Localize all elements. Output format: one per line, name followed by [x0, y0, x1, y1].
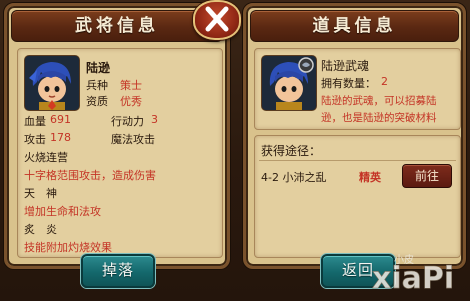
aptitude-value: 优秀 [120, 95, 142, 108]
item-description-line2: 逊，也是陆逊的突破材料 [321, 112, 437, 124]
watermark-small-text: 小皮 [394, 255, 414, 266]
item-soul-image [262, 56, 316, 110]
hero-details-card: 陆逊 兵种 策士 资质 优秀 血量 691 行动力 3 攻击 178 魔法攻击 … [17, 48, 223, 258]
skill2-description: 增加生命和法攻 [24, 205, 101, 218]
hero-portrait-image [25, 56, 79, 110]
attack-type: 魔法攻击 [111, 133, 155, 146]
skill3-description: 技能附加灼烧效果 [24, 241, 112, 254]
class-value: 策士 [120, 79, 142, 92]
action-points-label: 行动力 [111, 115, 144, 128]
close-icon [205, 6, 229, 32]
item-name: 陆逊武魂 [321, 59, 370, 73]
close-button[interactable] [193, 0, 241, 40]
acquisition-card: 获得途径： 4-2 小沛之乱 精英 前往 [254, 135, 461, 258]
hero-info-panel: 武将信息 陆逊 兵种 策士 资质 优秀 血量 691 行动力 3 攻击 178 … [4, 3, 230, 269]
attack-label: 攻击 [24, 133, 46, 146]
watermark-logo: xiaPi [372, 261, 455, 297]
owned-count-label: 拥有数量： [321, 77, 376, 90]
skill1-name: 火烧连营 [24, 151, 68, 164]
skill2-name: 天 神 [24, 187, 57, 200]
item-info-panel: 道具信息 陆逊武魂 拥有数量： 2 陆逊的武魂，可以招募陆 逊，也是陆逊的突破材… [243, 3, 466, 269]
goto-button[interactable]: 前往 [402, 164, 452, 188]
source-stage[interactable]: 4-2 小沛之乱 [261, 169, 326, 185]
hero-portrait [24, 55, 80, 111]
item-panel-title: 道具信息 [250, 10, 459, 42]
item-portrait [261, 55, 317, 111]
item-description-line1: 陆逊的武魂，可以招募陆 [321, 95, 437, 107]
svg-text:xiaPi: xiaPi [372, 261, 454, 296]
attack-value: 178 [50, 131, 71, 144]
acquisition-header: 获得途径： [259, 138, 456, 161]
acquisition-title: 获得途径： [261, 144, 322, 158]
owned-count-value: 2 [381, 75, 388, 88]
hero-name: 陆逊 [86, 61, 111, 75]
hp-value: 691 [50, 113, 71, 126]
class-label: 兵种 [86, 79, 108, 92]
action-points-value: 3 [151, 113, 158, 126]
item-details-card: 陆逊武魂 拥有数量： 2 陆逊的武魂，可以招募陆 逊，也是陆逊的突破材料 [254, 48, 461, 130]
aptitude-label: 资质 [86, 95, 108, 108]
source-tier-badge: 精英 [359, 171, 381, 184]
hero-panel-title: 武将信息 [11, 10, 223, 42]
skill1-description: 十字格范围攻击，造成伤害 [24, 169, 156, 182]
drop-button[interactable]: 掉落 [81, 254, 155, 288]
skill3-name: 炙 炎 [24, 223, 57, 236]
hp-label: 血量 [24, 115, 46, 128]
